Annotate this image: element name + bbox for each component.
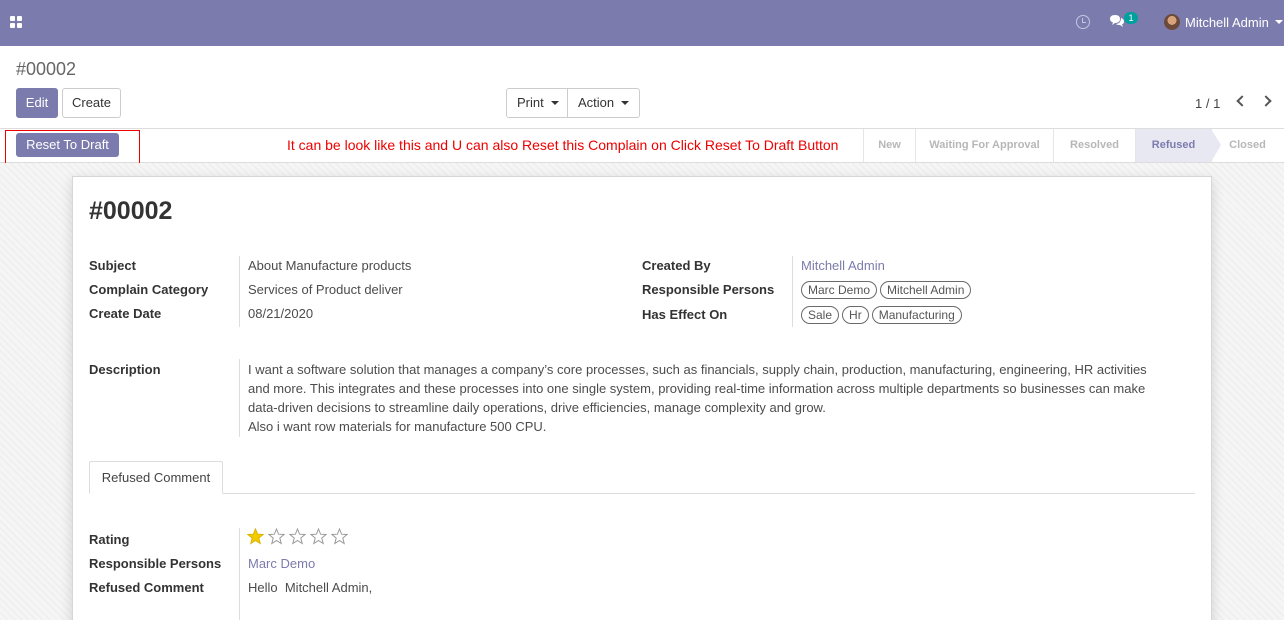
created-by-link[interactable]: Mitchell Admin: [801, 258, 885, 273]
stage-refused[interactable]: Refused: [1135, 129, 1221, 162]
responsible-persons-tags: Marc Demo Mitchell Admin: [801, 281, 974, 299]
edit-button[interactable]: Edit: [16, 88, 58, 118]
stage-waiting-for-approval[interactable]: Waiting For Approval: [915, 129, 1053, 162]
responsible-persons-label: Responsible Persons: [642, 282, 775, 297]
subject-label: Subject: [89, 258, 136, 273]
complain-category-label: Complain Category: [89, 282, 209, 297]
create-button[interactable]: Create: [62, 88, 121, 118]
tag-sale[interactable]: Sale: [801, 306, 840, 324]
refused-comment-label: Refused Comment: [89, 580, 204, 595]
star-empty-icon[interactable]: [289, 528, 306, 545]
action-label: Action: [578, 95, 615, 110]
subject-value: About Manufacture products: [248, 258, 412, 273]
stage-new[interactable]: New: [863, 129, 915, 162]
tab-strip-border: [89, 493, 1195, 494]
description-line: I want a software solution that manages …: [248, 362, 1147, 377]
pager-next-icon[interactable]: [1260, 95, 1272, 107]
field-divider: [239, 528, 240, 620]
tab-refused-comment[interactable]: Refused Comment: [89, 461, 223, 494]
star-empty-icon[interactable]: [268, 528, 285, 545]
user-menu-name[interactable]: Mitchell Admin: [1185, 15, 1269, 30]
annotation-text: It can be look like this and U can also …: [287, 137, 839, 153]
tag-mitchell-admin[interactable]: Mitchell Admin: [880, 281, 972, 299]
rating-stars[interactable]: [247, 528, 348, 546]
star-filled-icon[interactable]: [247, 528, 264, 545]
refused-comment-value: Hello Mitchell Admin,: [248, 580, 373, 595]
breadcrumb: #00002: [16, 59, 77, 79]
star-empty-icon[interactable]: [310, 528, 327, 545]
description-line: and more. This integrates and these proc…: [248, 381, 1146, 396]
tag-manufacturing[interactable]: Manufacturing: [871, 306, 962, 324]
description-value: I want a software solution that manages …: [248, 360, 1188, 436]
action-caret-icon: [621, 101, 629, 105]
has-effect-on-tags: Sale Hr Manufacturing: [801, 306, 965, 324]
description-line: Also i want row materials for manufactur…: [248, 419, 547, 434]
apps-menu-icon[interactable]: [10, 16, 23, 29]
complain-category-value: Services of Product deliver: [248, 282, 403, 297]
description-label: Description: [89, 362, 161, 377]
top-navbar: 1 Mitchell Admin: [0, 0, 1284, 46]
star-empty-icon[interactable]: [331, 528, 348, 545]
description-line: data-driven decisions to streamline dail…: [248, 400, 826, 415]
rating-label: Rating: [89, 532, 130, 547]
action-dropdown[interactable]: Action: [567, 88, 640, 118]
pager-value[interactable]: 1 / 1: [1195, 96, 1220, 111]
pager-previous-icon[interactable]: [1236, 95, 1248, 107]
stage-bar: New Waiting For Approval Resolved Refuse…: [863, 129, 1283, 162]
created-by-label: Created By: [642, 258, 711, 273]
activity-clock-icon[interactable]: [1076, 15, 1090, 29]
refused-responsible-link[interactable]: Marc Demo: [248, 556, 315, 571]
print-label: Print: [517, 95, 544, 110]
field-divider: [792, 256, 793, 327]
record-title: #00002: [89, 197, 173, 225]
create-date-value: 08/21/2020: [248, 306, 314, 321]
user-menu-caret-icon[interactable]: [1275, 20, 1283, 24]
has-effect-on-label: Has Effect On: [642, 307, 728, 322]
create-date-label: Create Date: [89, 306, 162, 321]
tag-marc-demo[interactable]: Marc Demo: [801, 281, 878, 299]
chat-count-badge: 1: [1124, 12, 1138, 24]
chat-icon[interactable]: [1109, 14, 1125, 28]
user-avatar[interactable]: [1164, 14, 1180, 30]
print-dropdown[interactable]: Print: [506, 88, 568, 118]
field-divider: [239, 256, 240, 327]
field-divider: [239, 359, 240, 437]
tag-hr[interactable]: Hr: [842, 306, 869, 324]
refused-responsible-label: Responsible Persons: [89, 556, 222, 571]
print-caret-icon: [551, 101, 559, 105]
stage-resolved[interactable]: Resolved: [1053, 129, 1135, 162]
stage-closed[interactable]: Closed: [1211, 129, 1283, 162]
